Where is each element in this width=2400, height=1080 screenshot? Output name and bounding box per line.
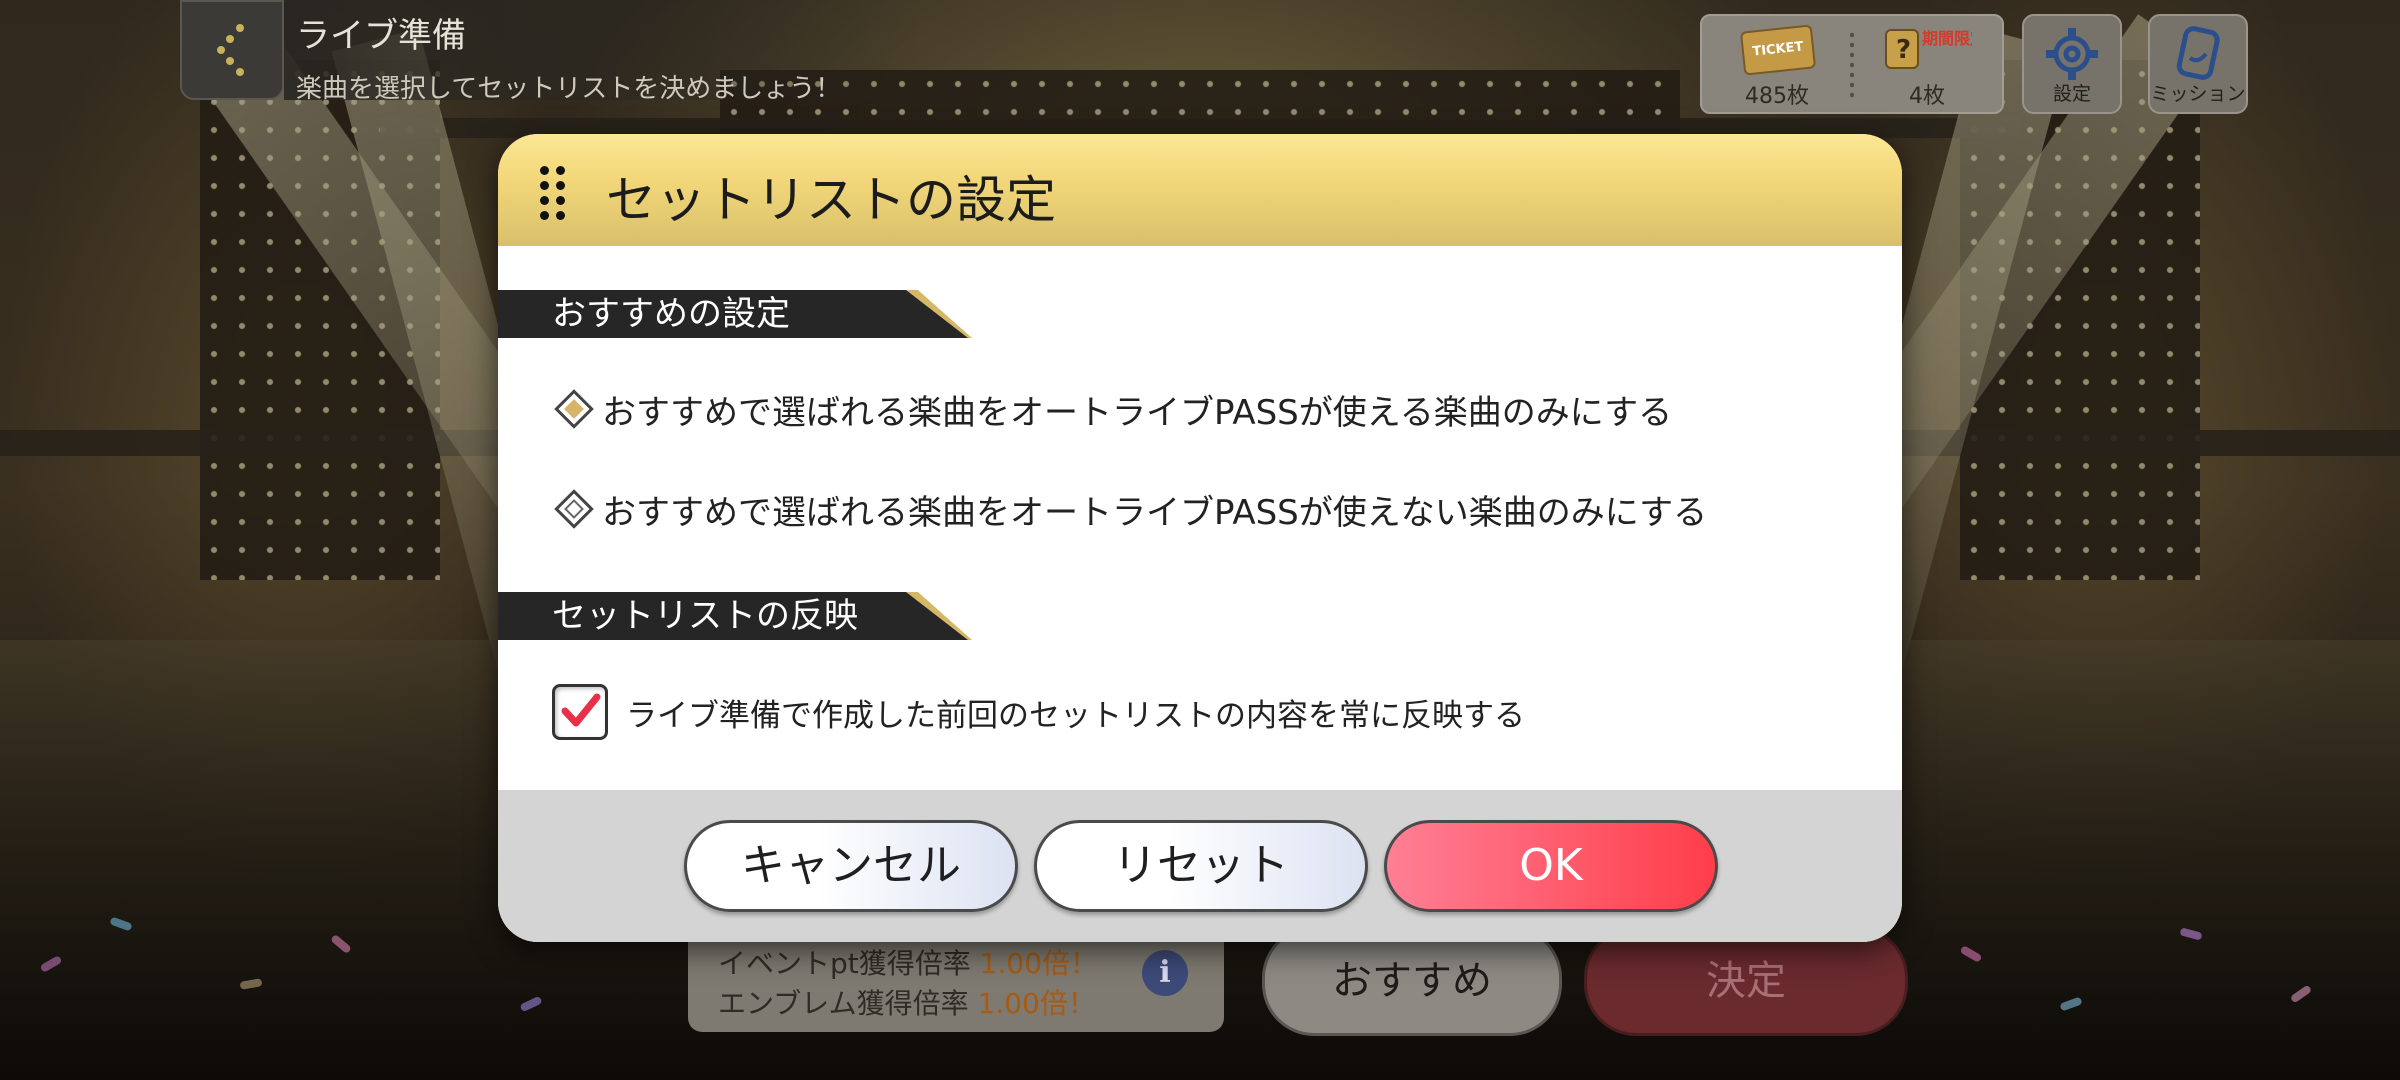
chevron-left-icon (217, 24, 244, 76)
event-rate-value: 1.00倍！ (979, 947, 1099, 980)
emblem-rate-label: エンブレム獲得倍率 (718, 987, 969, 1020)
checkmark-icon (561, 693, 601, 727)
ticket-icon: TICKET (1739, 24, 1817, 76)
page-title: ライブ準備 (296, 16, 466, 56)
dialog-header: セットリストの設定 (498, 134, 1902, 246)
radio-unselected-icon (554, 489, 594, 529)
option-pass-only[interactable]: おすすめで選ばれる楽曲をオートライブPASSが使える楽曲のみにする (554, 384, 1672, 434)
limited-ticket-counter[interactable]: ? 期間限定 4枚 (1852, 16, 2002, 112)
back-button[interactable] (180, 0, 284, 100)
option-pass-none-label: おすすめで選ばれる楽曲をオートライブPASSが使えない楽曲のみにする (602, 492, 1708, 533)
settings-label: 設定 (2052, 83, 2091, 105)
reflect-setlist-option[interactable]: ライブ準備で作成した前回のセットリストの内容を常に反映する (552, 678, 1525, 746)
section-reflect-label: セットリストの反映 (498, 592, 968, 640)
dialog-footer: キャンセル リセット OK (498, 790, 1902, 942)
ok-button[interactable]: OK (1384, 820, 1718, 912)
option-pass-none[interactable]: おすすめで選ばれる楽曲をオートライブPASSが使えない楽曲のみにする (554, 484, 1707, 534)
emblem-rate: エンブレム獲得倍率 1.00倍！ (718, 982, 1096, 1022)
setlist-settings-dialog: セットリストの設定 おすすめの設定 おすすめで選ばれる楽曲をオートライブPASS… (498, 134, 1902, 942)
mission-button[interactable]: ミッション (2148, 14, 2248, 114)
limited-ticket-count: 4枚 (1909, 84, 1945, 109)
svg-text:?: ? (1896, 35, 1911, 65)
svg-text:期間限定: 期間限定 (1922, 29, 1972, 48)
recommend-button[interactable]: おすすめ (1262, 926, 1562, 1036)
section-recommend-label: おすすめの設定 (498, 290, 968, 338)
settings-button[interactable]: 設定 (2022, 14, 2122, 114)
currency-panel: TICKET 485枚 ? 期間限定 4枚 (1700, 14, 2004, 114)
ticket-count: 485枚 (1745, 84, 1809, 109)
reflect-checkbox[interactable] (552, 684, 608, 740)
event-rate-label: イベントpt獲得倍率 (718, 947, 971, 980)
emblem-rate-value: 1.00倍！ (977, 987, 1096, 1020)
limited-ticket-icon: ? 期間限定 (1885, 29, 1972, 69)
option-pass-only-label: おすすめで選ばれる楽曲をオートライブPASSが使える楽曲のみにする (602, 392, 1673, 433)
mission-card-icon (2176, 26, 2220, 80)
mission-label: ミッション (2150, 83, 2246, 105)
decide-button[interactable]: 決定 (1584, 926, 1908, 1036)
info-icon[interactable]: i (1142, 950, 1188, 996)
reflect-checkbox-label: ライブ準備で作成した前回のセットリストの内容を常に反映する (626, 697, 1525, 734)
reset-button[interactable]: リセット (1034, 820, 1368, 912)
radio-selected-icon (554, 389, 594, 429)
event-rate: イベントpt獲得倍率 1.00倍！ (718, 942, 1098, 982)
ticket-counter[interactable]: TICKET 485枚 (1702, 16, 1852, 112)
gear-icon (2046, 28, 2098, 80)
page-subtitle: 楽曲を選択してセットリストを決めましょう！ (296, 74, 842, 104)
dialog-title: セットリストの設定 (606, 171, 1056, 229)
drag-handle-icon (540, 166, 568, 220)
cancel-button[interactable]: キャンセル (684, 820, 1018, 912)
